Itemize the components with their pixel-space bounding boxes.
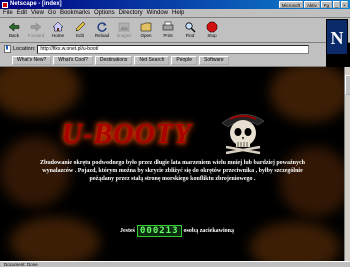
open-label: Open: [140, 33, 152, 38]
visitor-counter: 000213: [137, 225, 182, 237]
stop-icon: [206, 20, 219, 33]
menu-directory[interactable]: Directory: [119, 9, 143, 18]
netscape-app-icon[interactable]: [2, 1, 8, 8]
fire-glow-bottom-left: [10, 217, 100, 261]
menu-view[interactable]: View: [31, 9, 44, 18]
destinations-button[interactable]: Destinations: [94, 56, 133, 65]
close-button[interactable]: ×: [341, 1, 348, 8]
open-icon: [140, 20, 153, 33]
forward-button[interactable]: Forward: [25, 20, 47, 42]
menu-edit[interactable]: Edit: [17, 9, 27, 18]
location-bar: Location:: [0, 43, 326, 55]
find-label: Find: [185, 33, 195, 38]
home-label: Home: [51, 33, 64, 38]
find-button[interactable]: Find: [179, 20, 201, 42]
vertical-scrollbar[interactable]: [344, 67, 350, 261]
forward-arrow-icon: [30, 20, 43, 33]
images-label: Images: [116, 33, 132, 38]
page-content: U-BOOTY Zbudowanie okrętu podwodnego był…: [0, 67, 344, 261]
menu-file[interactable]: File: [3, 9, 13, 18]
window-controls: Microsoft Aktiv Fg _ ×: [278, 1, 348, 8]
taskbar-button-microsoft[interactable]: Microsoft: [278, 1, 303, 8]
stop-button[interactable]: Stop: [201, 20, 223, 42]
navigation-toolbar: Back Forward Home Edit Reload Images Ope…: [0, 18, 350, 43]
find-icon: [184, 20, 197, 33]
netscape-logo[interactable]: N: [326, 19, 348, 55]
net-search-button[interactable]: Net Search: [134, 56, 170, 65]
stop-label: Stop: [207, 33, 217, 38]
back-arrow-icon: [8, 20, 21, 33]
print-button[interactable]: Print: [157, 20, 179, 42]
menu-go[interactable]: Go: [48, 9, 56, 18]
fire-glow-right: [270, 67, 344, 122]
fire-glow-left: [0, 67, 80, 117]
edit-label: Edit: [76, 33, 84, 38]
reload-label: Reload: [94, 33, 110, 38]
home-button[interactable]: Home: [47, 20, 69, 42]
edit-button[interactable]: Edit: [69, 20, 91, 42]
directory-bar: What's New? What's Cool? Destinations Ne…: [0, 55, 326, 67]
open-button[interactable]: Open: [135, 20, 157, 42]
location-input[interactable]: [37, 44, 310, 54]
counter-suffix: osobą zaciekawioną: [183, 228, 235, 234]
print-icon: [162, 20, 175, 33]
edit-icon: [74, 20, 87, 33]
status-bar: Document: Done: [0, 261, 350, 267]
menu-help[interactable]: Help: [172, 9, 184, 18]
reload-button[interactable]: Reload: [91, 20, 113, 42]
visitor-counter-row: Jesteś 000213 osobą zaciekawioną: [120, 225, 234, 237]
whats-cool-button[interactable]: What's Cool?: [53, 56, 93, 65]
minimize-button[interactable]: _: [333, 1, 340, 8]
location-label: Location:: [13, 46, 36, 52]
bookmark-icon[interactable]: [4, 45, 11, 53]
fire-glow-bottom-right: [250, 222, 340, 261]
images-button[interactable]: Images: [113, 20, 135, 42]
site-title: U-BOOTY: [62, 119, 192, 150]
menu-window[interactable]: Window: [147, 9, 168, 18]
menu-bar: File Edit View Go Bookmarks Options Dire…: [0, 9, 350, 18]
intro-paragraph: Zbudowanie okrętu podwodnego było przez …: [39, 160, 305, 182]
print-label: Print: [163, 33, 173, 38]
taskbar-button-aktiv[interactable]: Aktiv: [303, 1, 320, 8]
taskbar-button-fg[interactable]: Fg: [320, 1, 332, 8]
home-icon: [52, 20, 65, 33]
back-label: Back: [8, 33, 19, 38]
scrollbar-thumb[interactable]: [345, 75, 350, 95]
people-button[interactable]: People: [171, 56, 197, 65]
back-button[interactable]: Back: [3, 20, 25, 42]
whats-new-button[interactable]: What's New?: [12, 56, 52, 65]
menu-bookmarks[interactable]: Bookmarks: [60, 9, 90, 18]
menu-options[interactable]: Options: [94, 9, 115, 18]
status-text: Document: Done: [4, 262, 38, 267]
software-button[interactable]: Software: [198, 56, 229, 65]
forward-label: Forward: [27, 33, 45, 38]
images-icon: [118, 20, 131, 33]
pirate-skull-image: [218, 107, 268, 155]
counter-prefix: Jesteś: [120, 228, 135, 234]
reload-icon: [96, 20, 109, 33]
